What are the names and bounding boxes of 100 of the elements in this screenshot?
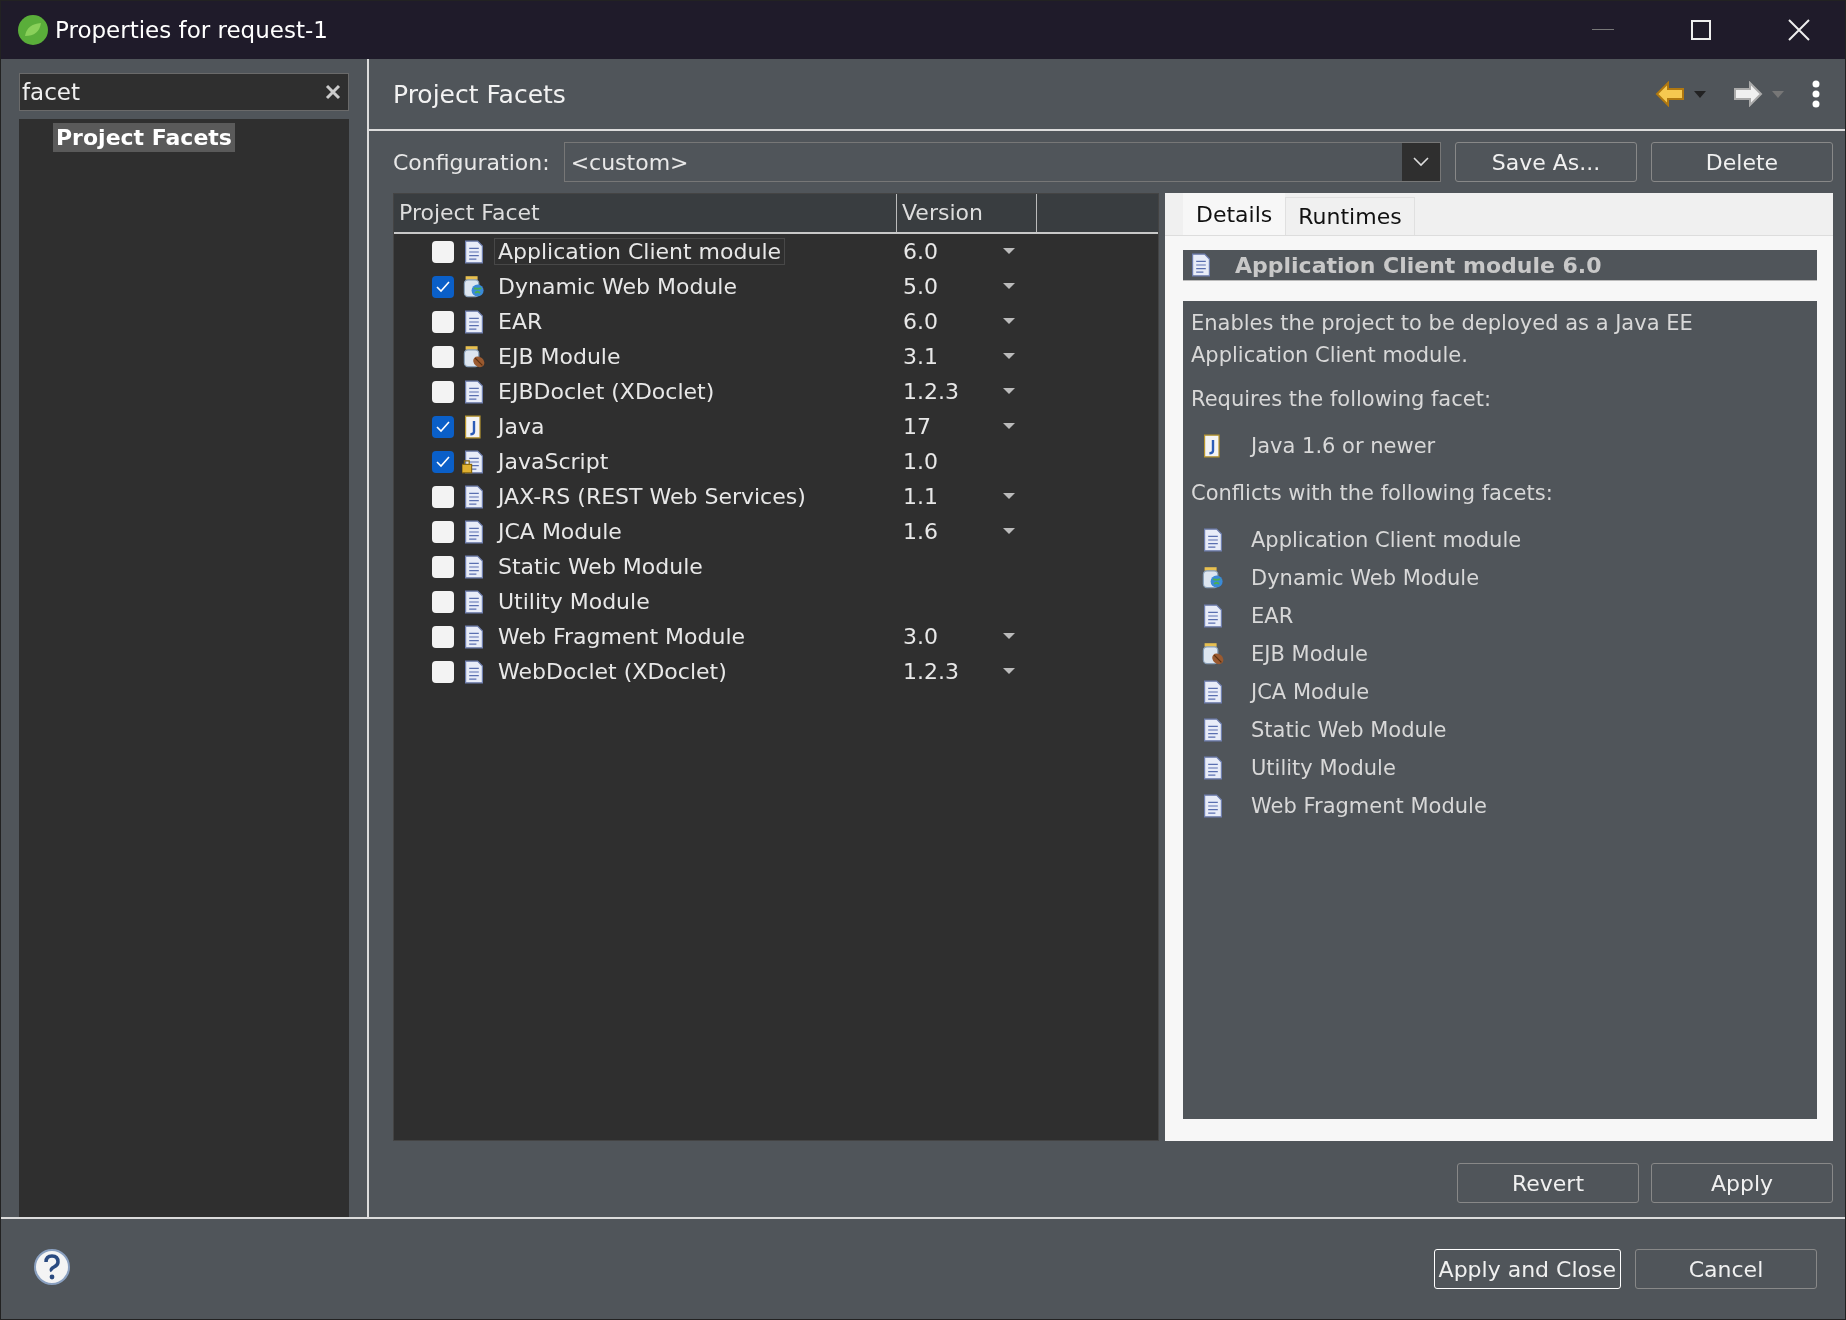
document-icon	[462, 554, 486, 579]
column-header[interactable]: Version	[897, 194, 1037, 232]
checkbox[interactable]	[432, 345, 454, 368]
conflicting-facet: Static Web Module	[1251, 718, 1447, 742]
help-icon[interactable]	[33, 1247, 71, 1286]
dropdown-icon[interactable]	[1003, 283, 1015, 290]
checkbox[interactable]	[432, 660, 454, 683]
version-cell-text: 17	[902, 414, 932, 439]
dropdown-icon[interactable]	[1003, 248, 1015, 255]
facet-name[interactable]: Dynamic Web Module	[494, 273, 741, 300]
forward-arrow-icon[interactable]	[1733, 81, 1763, 107]
leaf-logo-icon	[17, 14, 49, 46]
dropdown-icon[interactable]	[1003, 668, 1015, 675]
checkbox[interactable]	[432, 450, 454, 473]
globe-jar-icon	[462, 274, 486, 299]
facet-name[interactable]: Application Client module	[494, 238, 786, 265]
checkbox[interactable]	[432, 555, 454, 578]
version-cell-text: 1.1	[902, 484, 939, 509]
document-icon	[462, 239, 486, 264]
conflicting-facet: JCA Module	[1251, 680, 1370, 704]
checkbox[interactable]	[432, 485, 454, 508]
conflicts-label: Conflicts with the following facets:	[1191, 480, 1554, 507]
checkbox[interactable]	[432, 240, 454, 263]
document-icon	[1201, 718, 1225, 742]
required-facet: Java 1.6 or newer	[1251, 434, 1436, 458]
facet-name[interactable]: EAR	[494, 308, 547, 335]
document-icon	[462, 519, 486, 544]
configuration-button[interactable]: Delete	[1651, 142, 1833, 182]
facet-name[interactable]: Static Web Module	[494, 553, 707, 580]
description-text: Enables the project to be deployed as a Java EE Application Client module.	[1191, 310, 1694, 369]
configuration-dropdown[interactable]: <custom>	[563, 142, 1441, 182]
details-heading: Application Client module 6.0	[1235, 252, 1602, 278]
conflicting-facet: EJB Module	[1251, 642, 1368, 666]
requires-label: Requires the following facet:	[1191, 386, 1492, 413]
column-header[interactable]: Project Facet	[394, 194, 897, 232]
back-arrow-icon[interactable]	[1655, 81, 1685, 107]
tab[interactable]: Details	[1183, 193, 1286, 235]
dropdown-icon	[1771, 89, 1785, 99]
tab[interactable]: Runtimes	[1285, 197, 1415, 235]
checkbox[interactable]	[432, 415, 454, 438]
checkbox[interactable]	[432, 275, 454, 298]
dialog-button[interactable]: Apply and Close	[1433, 1249, 1621, 1289]
dropdown-icon[interactable]	[1003, 528, 1015, 535]
checkmark-icon	[436, 455, 450, 468]
page-button[interactable]: Revert	[1457, 1163, 1639, 1203]
conflicting-facet: Web Fragment Module	[1251, 794, 1487, 818]
dialog-button[interactable]: Cancel	[1635, 1249, 1817, 1289]
facet-name[interactable]: Utility Module	[494, 588, 654, 615]
facet-name[interactable]: JavaScript	[494, 448, 613, 475]
facet-name[interactable]: JCA Module	[494, 518, 626, 545]
document-icon	[1201, 528, 1225, 552]
dropdown-icon[interactable]	[1003, 493, 1015, 500]
configuration-label: Configuration:	[393, 149, 550, 175]
globe-jar-icon	[1201, 566, 1225, 590]
dropdown-icon[interactable]	[1003, 633, 1015, 640]
document-icon	[1201, 604, 1225, 628]
dropdown-icon[interactable]	[1003, 423, 1015, 430]
bean-jar-icon	[462, 344, 486, 369]
checkbox[interactable]	[432, 380, 454, 403]
checkbox[interactable]	[432, 520, 454, 543]
document-icon	[462, 484, 486, 509]
version-cell-text: 1.6	[902, 519, 939, 544]
document-icon	[462, 624, 486, 649]
version-cell-text: 1.2.3	[902, 659, 960, 684]
facet-name[interactable]: Web Fragment Module	[494, 623, 750, 650]
version-cell-text: 6.0	[902, 239, 939, 264]
facet-name[interactable]: JAX-RS (REST Web Services)	[494, 483, 810, 510]
filter-field[interactable]: facet	[19, 73, 349, 111]
facet-name[interactable]: EJB Module	[494, 343, 625, 370]
window-title: Properties for request-1	[55, 17, 329, 43]
conflicting-facet: Dynamic Web Module	[1251, 566, 1480, 590]
document-icon	[462, 379, 486, 404]
configuration-button[interactable]: Save As...	[1455, 142, 1637, 182]
version-cell-text: 6.0	[902, 309, 939, 334]
document-icon	[462, 589, 486, 614]
checkmark-icon	[436, 280, 450, 293]
facet-name[interactable]: WebDoclet (XDoclet)	[494, 658, 731, 685]
checkbox[interactable]	[432, 590, 454, 613]
facet-name[interactable]: Java	[494, 413, 549, 440]
checkbox[interactable]	[432, 625, 454, 648]
document-icon	[1201, 794, 1225, 818]
clear-icon[interactable]	[325, 84, 341, 100]
dropdown-icon[interactable]	[1003, 388, 1015, 395]
dropdown-icon[interactable]	[1003, 318, 1015, 325]
version-cell-text: 5.0	[902, 274, 939, 299]
dropdown-icon[interactable]	[1003, 353, 1015, 360]
tree-item[interactable]: Project Facets	[53, 123, 235, 152]
facet-name[interactable]: EJBDoclet (XDoclet)	[494, 378, 719, 405]
page-button[interactable]: Apply	[1651, 1163, 1833, 1203]
locked-document-icon	[462, 449, 486, 474]
bean-jar-icon	[1201, 642, 1225, 666]
document-icon	[1201, 756, 1225, 780]
checkbox[interactable]	[432, 310, 454, 333]
conflicting-facet: EAR	[1251, 604, 1294, 628]
document-icon	[1189, 253, 1213, 277]
more-options-icon[interactable]	[1811, 80, 1821, 108]
conflicting-facet: Utility Module	[1251, 756, 1396, 780]
document-icon	[462, 659, 486, 684]
conflicting-facet: Application Client module	[1251, 528, 1522, 552]
version-cell-text: 3.0	[902, 624, 939, 649]
